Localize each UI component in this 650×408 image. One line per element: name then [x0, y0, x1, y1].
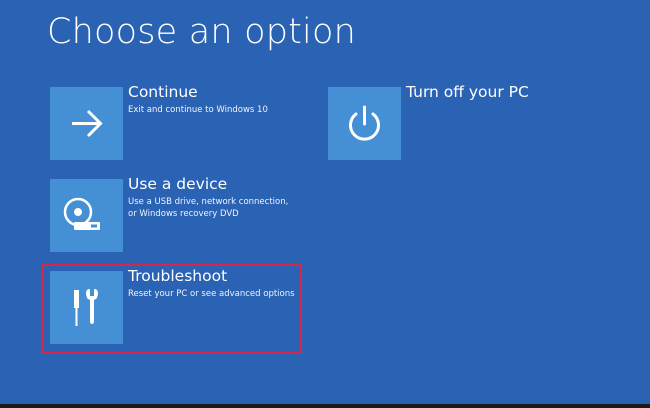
use-a-device-tile[interactable]	[50, 179, 123, 252]
continue-option[interactable]: Continue Exit and continue to Windows 10	[50, 83, 310, 160]
continue-title: Continue	[128, 83, 198, 101]
arrow-right-icon	[72, 109, 103, 138]
continue-description: Exit and continue to Windows 10	[128, 104, 268, 116]
turn-off-tile[interactable]	[328, 87, 401, 160]
troubleshoot-description-line: Reset your PC or see advanced options	[128, 289, 295, 299]
continue-description-line: Exit and continue to Windows 10	[128, 105, 268, 115]
use-a-device-description-line-2: or Windows recovery DVD	[128, 209, 239, 219]
bottom-border	[0, 404, 650, 408]
troubleshoot-title: Troubleshoot	[128, 267, 228, 285]
troubleshoot-option[interactable]: Troubleshoot Reset your PC or see advanc…	[50, 267, 310, 344]
use-a-device-option[interactable]: Use a device Use a USB drive, network co…	[50, 175, 310, 252]
use-a-device-title: Use a device	[128, 175, 228, 193]
page-title: Choose an option	[47, 12, 356, 52]
power-icon	[349, 105, 380, 141]
use-a-device-description-line-1: Use a USB drive, network connection,	[128, 197, 289, 207]
turn-off-title: Turn off your PC	[406, 83, 529, 101]
disc-drive-icon	[63, 197, 100, 230]
turn-off-option[interactable]: Turn off your PC	[328, 83, 568, 160]
continue-tile[interactable]	[50, 87, 123, 160]
troubleshoot-tile[interactable]	[50, 271, 123, 344]
troubleshoot-description: Reset your PC or see advanced options	[128, 288, 295, 300]
tools-icon	[74, 289, 98, 326]
use-a-device-description: Use a USB drive, network connection, or …	[128, 196, 288, 220]
